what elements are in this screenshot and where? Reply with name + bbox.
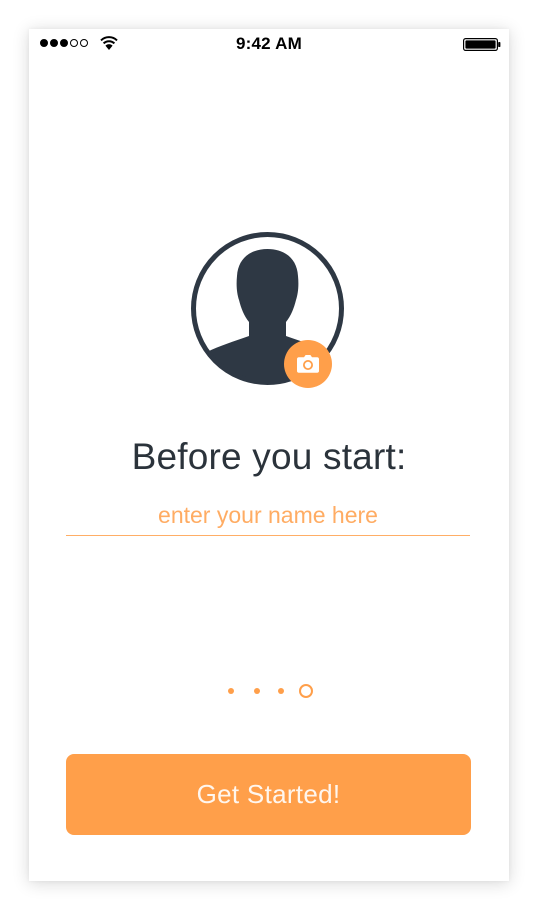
- status-bar: 9:42 AM: [29, 29, 509, 61]
- battery-icon: [463, 38, 501, 51]
- change-photo-button[interactable]: [284, 340, 332, 388]
- page-indicator: [29, 683, 509, 699]
- page-dot-active[interactable]: [299, 684, 313, 698]
- page-dot[interactable]: [228, 688, 234, 694]
- page-dot[interactable]: [278, 688, 284, 694]
- page-title: Before you start:: [131, 436, 407, 477]
- page-dot[interactable]: [254, 688, 260, 694]
- get-started-button[interactable]: Get Started!: [66, 754, 471, 835]
- camera-icon: [297, 355, 319, 373]
- name-input[interactable]: [66, 495, 470, 536]
- phone-screen: 9:42 AM Before you start: Get Started!: [29, 29, 509, 881]
- status-time: 9:42 AM: [236, 34, 302, 53]
